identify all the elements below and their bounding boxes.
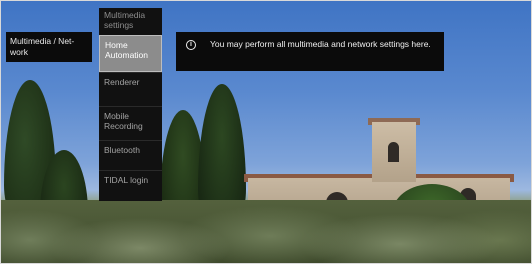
menu-item-home-automation[interactable]: Home Automation bbox=[99, 35, 162, 72]
info-tooltip: i You may perform all multimedia and net… bbox=[176, 32, 444, 71]
info-icon: i bbox=[186, 40, 196, 50]
menu-header: Multimedia settings bbox=[104, 10, 146, 30]
menu-item-mobile-recording[interactable]: Mobile Recording bbox=[99, 106, 162, 140]
info-text: You may perform all multimedia and netwo… bbox=[210, 39, 431, 49]
breadcrumb-label: Multimedia / Net-work bbox=[10, 36, 75, 57]
menu-item-renderer[interactable]: Renderer bbox=[99, 72, 162, 106]
menu-item-tidal-login[interactable]: TIDAL login bbox=[99, 170, 162, 201]
olive-bushes bbox=[0, 200, 532, 264]
tower-arch bbox=[388, 142, 399, 162]
tv-screen: Multimedia / Net-work Multimedia setting… bbox=[0, 0, 532, 264]
breadcrumb: Multimedia / Net-work bbox=[6, 32, 92, 62]
menu-item-bluetooth[interactable]: Bluetooth bbox=[99, 140, 162, 170]
settings-menu: Multimedia settings Home Automation Rend… bbox=[99, 8, 162, 201]
